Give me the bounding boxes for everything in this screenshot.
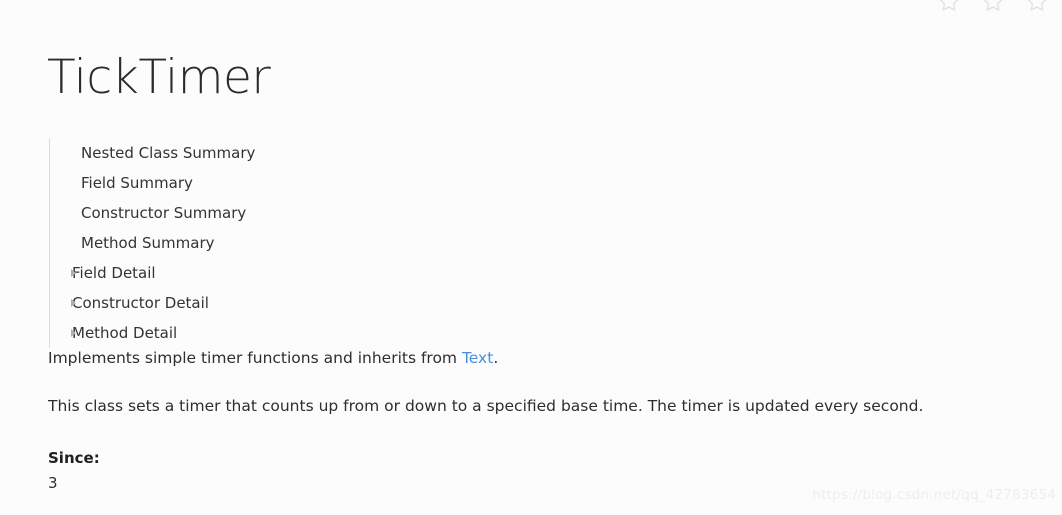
toc-item-label: Field Detail bbox=[72, 264, 156, 282]
toc-item-label: Method Summary bbox=[81, 234, 215, 252]
page-title: TickTimer bbox=[47, 50, 271, 106]
toc-item-field-summary[interactable]: Field Summary bbox=[50, 168, 470, 198]
toc-item-constructor-detail[interactable]: Constructor Detail bbox=[50, 288, 470, 318]
toc-item-label: Constructor Detail bbox=[72, 294, 209, 312]
toc-item-label: Field Summary bbox=[81, 174, 193, 192]
intro-paragraph: Implements simple timer functions and in… bbox=[48, 347, 1008, 369]
toc-item-nested-class-summary[interactable]: Nested Class Summary bbox=[50, 138, 470, 168]
text-class-link[interactable]: Text bbox=[462, 349, 493, 367]
watermark-url: https://blog.csdn.net/qq_42783654 bbox=[812, 487, 1056, 503]
intro-text-before-link: Implements simple timer functions and in… bbox=[48, 349, 462, 367]
toc-item-label: Nested Class Summary bbox=[81, 144, 256, 162]
chevron-right-icon[interactable] bbox=[71, 269, 76, 277]
star-outline-icon-3[interactable] bbox=[1026, 0, 1048, 12]
toc-item-method-detail[interactable]: Method Detail bbox=[50, 318, 470, 348]
table-of-contents: Nested Class Summary Field Summary Const… bbox=[49, 138, 470, 348]
intro-text-after-link: . bbox=[493, 349, 499, 367]
toc-item-field-detail[interactable]: Field Detail bbox=[50, 258, 470, 288]
main-content: Implements simple timer functions and in… bbox=[48, 347, 1008, 494]
toc-item-constructor-summary[interactable]: Constructor Summary bbox=[50, 198, 470, 228]
star-icon-tray bbox=[938, 0, 1048, 12]
description-paragraph: This class sets a timer that counts up f… bbox=[48, 397, 924, 415]
since-label: Since: bbox=[48, 449, 100, 467]
star-outline-icon-2[interactable] bbox=[982, 0, 1004, 12]
chevron-right-icon[interactable] bbox=[71, 329, 76, 337]
toc-item-method-summary[interactable]: Method Summary bbox=[50, 228, 470, 258]
chevron-right-icon[interactable] bbox=[71, 299, 76, 307]
toc-item-label: Method Detail bbox=[72, 324, 178, 342]
toc-item-label: Constructor Summary bbox=[81, 204, 247, 222]
star-outline-icon-1[interactable] bbox=[938, 0, 960, 12]
